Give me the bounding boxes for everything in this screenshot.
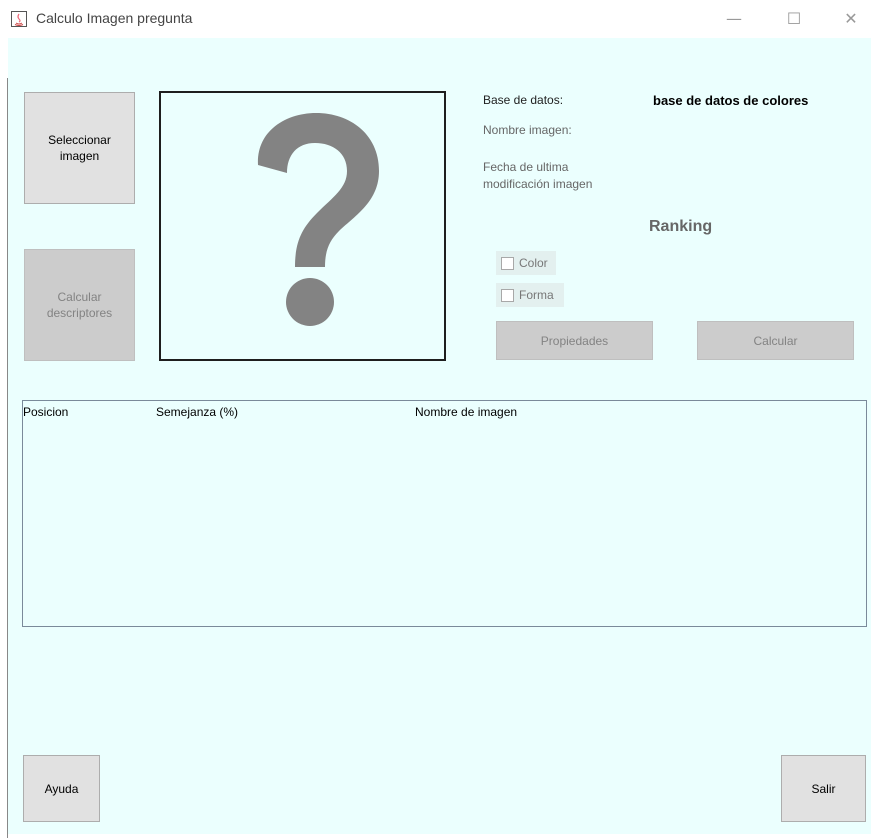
modified-date-label-line2: modificación imagen [483, 177, 593, 191]
properties-button[interactable]: Propiedades [496, 321, 653, 360]
database-label: Base de datos: [483, 93, 564, 107]
calculate-button[interactable]: Calcular [697, 321, 854, 360]
compute-descriptors-button[interactable]: Calcular descriptores [24, 249, 135, 361]
ranking-title: Ranking [649, 218, 713, 235]
image-preview [159, 91, 446, 361]
shape-checkbox[interactable]: Forma [496, 283, 564, 307]
title-bar: Calculo Imagen pregunta — ☐ ✕ [0, 0, 871, 38]
minimize-button[interactable]: — [719, 8, 749, 30]
results-table[interactable]: Posicion Semejanza (%) Nombre de imagen [22, 400, 867, 627]
select-image-label: Seleccionar imagen [48, 133, 111, 163]
shape-checkbox-label: Forma [519, 288, 554, 302]
window-border [0, 38, 8, 838]
select-image-button[interactable]: Seleccionar imagen [24, 92, 135, 204]
question-mark-icon [257, 113, 379, 326]
column-header-position[interactable]: Posicion [23, 405, 68, 419]
column-header-similarity[interactable]: Semejanza (%) [156, 405, 238, 419]
modified-date-label-line1: Fecha de ultima [483, 160, 569, 174]
compute-descriptors-label: Calcular descriptores [46, 290, 113, 320]
close-button[interactable]: ✕ [836, 8, 866, 30]
shape-checkbox-box[interactable] [501, 288, 514, 302]
color-checkbox-box[interactable] [501, 256, 514, 270]
color-checkbox-label: Color [519, 256, 548, 270]
exit-button[interactable]: Salir [781, 755, 866, 822]
window-title: Calculo Imagen pregunta [36, 10, 193, 26]
maximize-button[interactable]: ☐ [779, 8, 809, 30]
database-value: base de datos de colores [653, 93, 809, 108]
color-checkbox[interactable]: Color [496, 251, 556, 275]
image-name-label: Nombre imagen: [483, 123, 572, 137]
column-header-image-name[interactable]: Nombre de imagen [415, 405, 517, 419]
help-button[interactable]: Ayuda [23, 755, 100, 822]
java-app-icon [11, 11, 27, 27]
